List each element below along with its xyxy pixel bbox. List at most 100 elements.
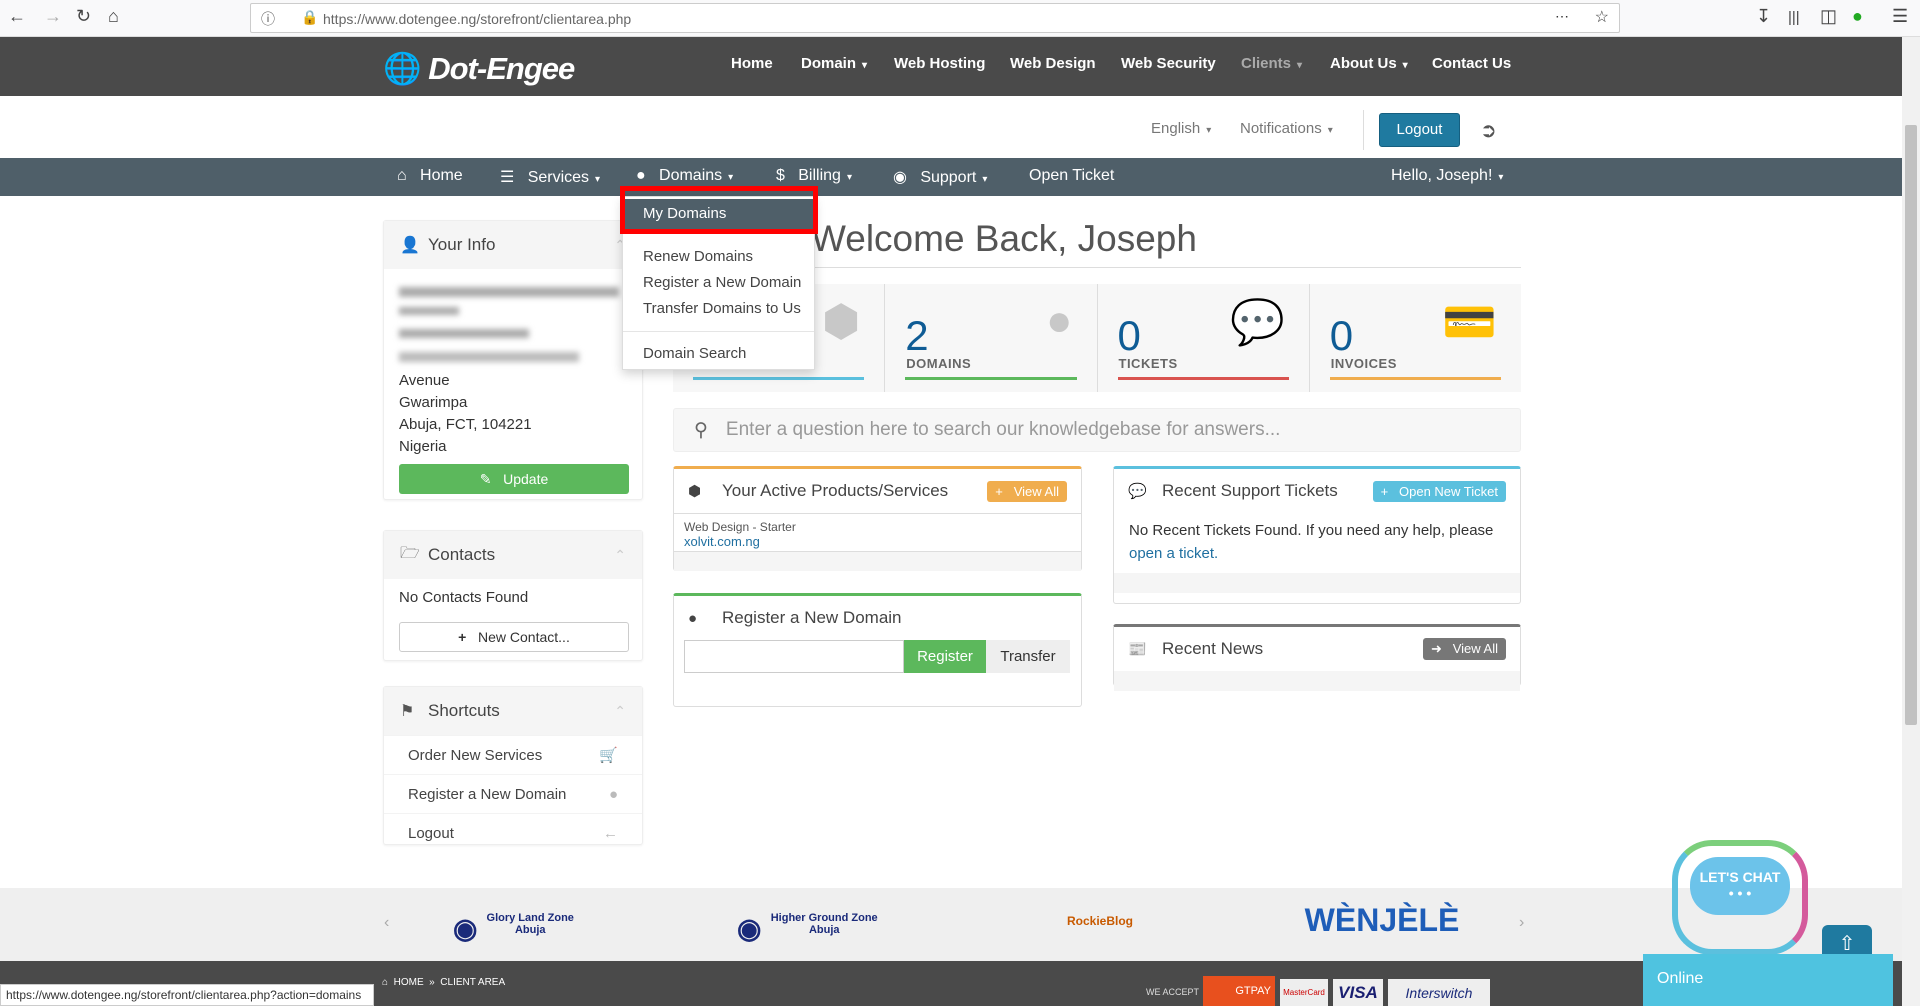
sidebar-icon[interactable]: ◫ bbox=[1820, 6, 1837, 27]
open-new-ticket-button[interactable]: + Open New Ticket bbox=[1372, 480, 1506, 502]
view-all-products-button[interactable]: + View All bbox=[987, 480, 1067, 502]
topnav-clients[interactable]: Clients ▾ bbox=[1241, 55, 1302, 72]
nav-domains[interactable]: ● Domains ▾ bbox=[636, 167, 733, 185]
carousel-prev-icon[interactable]: ‹ bbox=[384, 914, 389, 932]
invoices-tile[interactable]: 💳 0 INVOICES bbox=[1308, 284, 1521, 392]
partner-logo[interactable]: WÈNJÈLÈ bbox=[1302, 902, 1462, 939]
grammarly-icon[interactable]: ● bbox=[1852, 6, 1863, 27]
menu-item-register-domain[interactable]: Register a New Domain bbox=[643, 274, 801, 291]
contacts-header[interactable]: 🗁 Contacts ⌃ bbox=[384, 531, 642, 579]
chevron-up-icon[interactable]: ⌃ bbox=[614, 547, 626, 564]
home-icon: ⌂ bbox=[382, 977, 389, 988]
globe-icon: ● bbox=[1045, 296, 1073, 345]
topnav-about-us[interactable]: About Us ▾ bbox=[1330, 55, 1408, 72]
partner-logo[interactable]: RockieBlog bbox=[1050, 914, 1150, 928]
lets-chat-button[interactable]: LET'S CHAT • • • bbox=[1690, 857, 1790, 915]
shortcuts-header[interactable]: ⚑ Shortcuts ⌃ bbox=[384, 687, 642, 735]
partner-logo[interactable]: ◉ Higher Ground Zone Abuja bbox=[737, 912, 887, 945]
globe-icon: ● bbox=[636, 167, 646, 184]
menu-item-domain-search[interactable]: Domain Search bbox=[643, 345, 746, 362]
more-icon[interactable]: ⋯ bbox=[1555, 8, 1569, 25]
topnav-web-design[interactable]: Web Design bbox=[1010, 55, 1096, 72]
chat-status-bar[interactable]: Online bbox=[1643, 954, 1893, 1006]
topnav-contact-us[interactable]: Contact Us bbox=[1432, 55, 1511, 72]
partner-logo[interactable]: ◉ Glory Land Zone Abuja bbox=[453, 912, 583, 945]
newspaper-icon: 📰 bbox=[1128, 641, 1147, 658]
divider bbox=[1363, 110, 1364, 150]
redacted-line bbox=[399, 352, 579, 362]
credit-card-icon: 💳 bbox=[1442, 298, 1497, 347]
nav-services[interactable]: ☰ Services ▾ bbox=[500, 167, 600, 187]
domains-tile[interactable]: ● 2 DOMAINS bbox=[884, 284, 1096, 392]
support-tickets-card: 💬 Recent Support Tickets + Open New Ticket… bbox=[1113, 466, 1521, 604]
product-domain-link[interactable]: xolvit.com.ng bbox=[684, 534, 1071, 549]
redacted-line bbox=[399, 329, 529, 338]
shortcut-logout[interactable]: Logout ← bbox=[384, 813, 642, 852]
new-contact-button[interactable]: + New Contact... bbox=[399, 622, 629, 652]
redacted-line bbox=[399, 287, 619, 297]
we-accept-label: WE ACCEPT bbox=[1146, 987, 1200, 997]
topnav-web-hosting[interactable]: Web Hosting bbox=[894, 55, 985, 72]
domain-input[interactable] bbox=[684, 640, 904, 673]
knowledgebase-search-input[interactable]: ⚲ Enter a question here to search our kno… bbox=[673, 408, 1521, 452]
menu-item-transfer-domains[interactable]: Transfer Domains to Us bbox=[643, 300, 801, 317]
product-name: Web Design - Starter bbox=[684, 520, 796, 534]
open-ticket-link[interactable]: open a ticket. bbox=[1129, 545, 1218, 562]
carousel-next-icon[interactable]: › bbox=[1519, 914, 1524, 932]
user-icon: 👤 bbox=[400, 237, 420, 254]
logout-button[interactable]: Logout bbox=[1379, 113, 1460, 147]
active-products-card: ⬢ Your Active Products/Services + View All… bbox=[673, 466, 1082, 571]
folder-icon: 🗁 bbox=[400, 544, 420, 562]
chevron-up-icon[interactable]: ⌃ bbox=[614, 703, 626, 720]
logout-icon[interactable]: ➲ bbox=[1480, 118, 1497, 143]
dollar-icon: $ bbox=[776, 167, 785, 184]
comments-icon: 💬 bbox=[1229, 298, 1285, 347]
shortcut-order-new-services[interactable]: Order New Services 🛒 bbox=[384, 735, 642, 774]
reload-icon[interactable]: ↻ bbox=[76, 6, 91, 27]
scrollbar-thumb[interactable] bbox=[1905, 125, 1917, 725]
your-info-panel: 👤 Your Info ⌃ Avenue Gwarimpa Abuja, FCT, … bbox=[383, 220, 643, 500]
nav-user-menu[interactable]: Hello, Joseph! ▾ bbox=[1391, 167, 1503, 185]
address-block: Avenue Gwarimpa Abuja, FCT, 104221 Niger… bbox=[384, 269, 642, 458]
cube-icon: ⬢ bbox=[688, 483, 702, 500]
transfer-button[interactable]: Transfer bbox=[986, 640, 1070, 673]
topnav-web-security[interactable]: Web Security bbox=[1121, 55, 1216, 72]
library-icon[interactable]: ||| bbox=[1788, 9, 1800, 26]
language-dropdown[interactable]: English ▾ bbox=[1151, 120, 1211, 137]
topnav-home[interactable]: Home bbox=[731, 55, 773, 72]
star-icon[interactable]: ☆ bbox=[1595, 7, 1609, 27]
url-text[interactable]: https://www.dotengee.ng/storefront/clien… bbox=[323, 11, 631, 27]
forward-icon[interactable]: → bbox=[44, 6, 62, 27]
info-icon[interactable]: ⓘ bbox=[261, 9, 275, 29]
download-icon[interactable]: ↧ bbox=[1756, 6, 1771, 27]
view-all-news-button[interactable]: ➜ View All bbox=[1422, 638, 1506, 660]
update-button[interactable]: ✎ Update bbox=[399, 464, 629, 494]
menu-item-renew-domains[interactable]: Renew Domains bbox=[643, 248, 753, 265]
back-icon[interactable]: ← bbox=[8, 6, 26, 27]
shortcut-register-domain[interactable]: Register a New Domain ● bbox=[384, 774, 642, 813]
register-button[interactable]: Register bbox=[904, 640, 986, 673]
home-icon[interactable]: ⌂ bbox=[108, 6, 119, 27]
nav-billing[interactable]: $ Billing ▾ bbox=[776, 167, 852, 185]
plus-icon: + bbox=[458, 629, 467, 645]
logo[interactable]: 🌐 Dot-Engee bbox=[383, 50, 575, 87]
tickets-tile[interactable]: 💬 0 TICKETS bbox=[1096, 284, 1309, 392]
mastercard-logo: MasterCard bbox=[1280, 979, 1328, 1006]
globe-icon: ● bbox=[688, 609, 698, 627]
nav-home[interactable]: ⌂ Home bbox=[397, 167, 463, 185]
globe-icon: ● bbox=[608, 785, 618, 803]
notifications-dropdown[interactable]: Notifications ▾ bbox=[1240, 120, 1333, 137]
nav-support[interactable]: ◉ Support ▾ bbox=[893, 167, 987, 187]
partner-logos-strip: ‹ ◉ Glory Land Zone Abuja ◉ Higher Ground … bbox=[0, 888, 1902, 961]
no-contacts-text: No Contacts Found bbox=[399, 589, 529, 606]
your-info-header[interactable]: 👤 Your Info ⌃ bbox=[384, 221, 642, 269]
no-tickets-text: No Recent Tickets Found. If you need any… bbox=[1129, 522, 1494, 539]
url-bar[interactable]: ⓘ 🔒 https://www.dotengee.ng/storefront/c… bbox=[250, 3, 1620, 33]
pencil-icon: ✎ bbox=[479, 471, 492, 487]
nav-open-ticket[interactable]: Open Ticket bbox=[1029, 167, 1114, 185]
contacts-panel: 🗁 Contacts ⌃ No Contacts Found + New Conta… bbox=[383, 530, 643, 661]
shortcuts-panel: ⚑ Shortcuts ⌃ Order New Services 🛒 Register… bbox=[383, 686, 643, 845]
menu-icon[interactable]: ☰ bbox=[1892, 6, 1908, 27]
topnav-domain[interactable]: Domain ▾ bbox=[801, 55, 867, 72]
highlight-box bbox=[620, 186, 818, 234]
